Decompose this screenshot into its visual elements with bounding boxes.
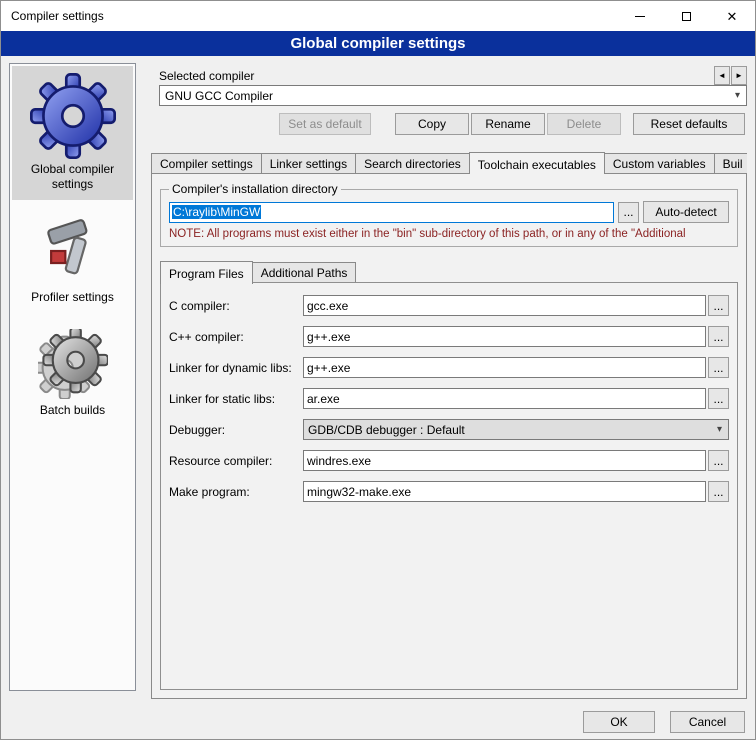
dynamic-linker-label: Linker for dynamic libs: (169, 361, 301, 375)
sidebar: Global compiler settings Profiler settin… (9, 63, 136, 691)
maximize-icon (682, 12, 691, 21)
make-program-label: Make program: (169, 485, 301, 499)
settings-tabstrip: Compiler settings Linker settings Search… (151, 151, 747, 174)
sidebar-item-batch-builds[interactable]: Batch builds (12, 321, 133, 426)
static-linker-browse-button[interactable]: ... (708, 388, 729, 409)
rename-button[interactable]: Rename (471, 113, 545, 135)
window-title: Compiler settings (11, 9, 104, 23)
tab-program-files[interactable]: Program Files (160, 261, 253, 284)
resource-compiler-browse-button[interactable]: ... (708, 450, 729, 471)
selected-compiler-label: Selected compiler (159, 69, 254, 83)
sidebar-item-label: Global compiler settings (14, 162, 131, 192)
cancel-button[interactable]: Cancel (670, 711, 745, 733)
chevron-down-icon: ▾ (729, 90, 746, 101)
field-row: Linker for static libs: ... (169, 388, 729, 409)
window-controls: ✕ (617, 1, 755, 31)
tab-toolchain-executables[interactable]: Toolchain executables (469, 152, 605, 174)
tab-linker-settings[interactable]: Linker settings (261, 153, 356, 174)
cpp-compiler-browse-button[interactable]: ... (708, 326, 729, 347)
install-dir-note: NOTE: All programs must exist either in … (169, 228, 729, 240)
compiler-select-value: GNU GCC Compiler (165, 89, 273, 103)
debugger-select-value: GDB/CDB debugger : Default (308, 423, 465, 437)
program-files-tabstrip: Program Files Additional Paths (160, 260, 355, 283)
sidebar-item-label: Batch builds (14, 403, 131, 418)
installation-directory-legend: Compiler's installation directory (169, 182, 341, 196)
profiler-icon (14, 212, 131, 290)
maximize-button[interactable] (663, 1, 709, 31)
field-row: C compiler: ... (169, 295, 729, 316)
install-dir-selected-text: C:\raylib\MinGW (172, 205, 261, 219)
resource-compiler-label: Resource compiler: (169, 454, 301, 468)
chevron-down-icon: ▾ (711, 424, 728, 435)
compiler-button-row: Set as default Copy Rename Delete Reset … (151, 113, 747, 136)
resource-compiler-input[interactable] (303, 450, 706, 471)
minimize-button[interactable] (617, 1, 663, 31)
program-files-page: C compiler: ... C++ compiler: ... Linker… (160, 282, 738, 690)
c-compiler-label: C compiler: (169, 299, 301, 313)
reset-defaults-button[interactable]: Reset defaults (633, 113, 745, 135)
tab-scroll-right-button[interactable]: ► (731, 66, 747, 85)
field-row: Resource compiler: ... (169, 450, 729, 471)
tab-search-directories[interactable]: Search directories (355, 153, 470, 174)
install-dir-input[interactable]: C:\raylib\MinGW (169, 202, 614, 223)
tab-build-truncated[interactable]: Buil (714, 153, 747, 174)
installation-directory-group: Compiler's installation directory C:\ray… (160, 182, 738, 247)
set-as-default-button[interactable]: Set as default (279, 113, 371, 135)
c-compiler-input[interactable] (303, 295, 706, 316)
gear-blue-icon (14, 70, 131, 162)
titlebar: Compiler settings ✕ (1, 1, 755, 31)
arrow-left-icon: ◄ (718, 71, 726, 80)
install-dir-browse-button[interactable]: ... (618, 202, 639, 223)
static-linker-input[interactable] (303, 388, 706, 409)
auto-detect-button[interactable]: Auto-detect (643, 201, 729, 223)
gear-gray-icon (14, 325, 131, 403)
field-row: C++ compiler: ... (169, 326, 729, 347)
dynamic-linker-browse-button[interactable]: ... (708, 357, 729, 378)
tab-custom-variables[interactable]: Custom variables (604, 153, 715, 174)
make-program-input[interactable] (303, 481, 706, 502)
cpp-compiler-label: C++ compiler: (169, 330, 301, 344)
main-panel: Selected compiler GNU GCC Compiler ▾ Set… (151, 63, 747, 699)
tab-scroll-left-button[interactable]: ◄ (714, 66, 730, 85)
close-button[interactable]: ✕ (709, 1, 755, 31)
minimize-icon (635, 16, 645, 17)
field-row: Debugger: GDB/CDB debugger : Default ▾ (169, 419, 729, 440)
close-icon: ✕ (727, 10, 738, 23)
compiler-select[interactable]: GNU GCC Compiler ▾ (159, 85, 747, 106)
field-row: Make program: ... (169, 481, 729, 502)
make-program-browse-button[interactable]: ... (708, 481, 729, 502)
field-row: Linker for dynamic libs: ... (169, 357, 729, 378)
toolchain-executables-page: Compiler's installation directory C:\ray… (151, 173, 747, 699)
delete-button[interactable]: Delete (547, 113, 621, 135)
c-compiler-browse-button[interactable]: ... (708, 295, 729, 316)
sidebar-item-global-compiler-settings[interactable]: Global compiler settings (12, 66, 133, 200)
ok-button[interactable]: OK (583, 711, 655, 733)
page-title: Global compiler settings (1, 31, 755, 56)
debugger-label: Debugger: (169, 423, 301, 437)
sidebar-item-profiler-settings[interactable]: Profiler settings (12, 208, 133, 313)
compiler-settings-window: Compiler settings ✕ Global compiler sett… (0, 0, 756, 740)
sidebar-item-label: Profiler settings (14, 290, 131, 305)
tab-compiler-settings[interactable]: Compiler settings (151, 153, 262, 174)
cpp-compiler-input[interactable] (303, 326, 706, 347)
copy-button[interactable]: Copy (395, 113, 469, 135)
dynamic-linker-input[interactable] (303, 357, 706, 378)
arrow-right-icon: ► (735, 71, 743, 80)
static-linker-label: Linker for static libs: (169, 392, 301, 406)
debugger-select[interactable]: GDB/CDB debugger : Default ▾ (303, 419, 729, 440)
tab-additional-paths[interactable]: Additional Paths (252, 262, 357, 283)
